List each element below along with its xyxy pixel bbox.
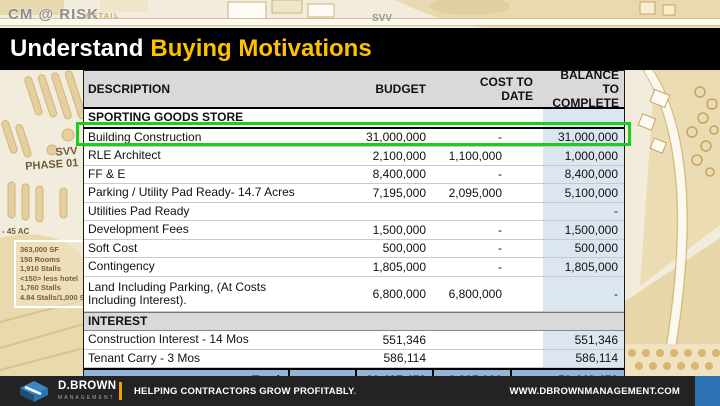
footer-tagline: HELPING CONTRACTORS GROW PROFITABLY. — [134, 386, 356, 397]
header-balance-to-complete: BALANCE TO COMPLETE — [543, 68, 624, 110]
cell-balance — [543, 313, 624, 331]
table-row: Parking / Utility Pad Ready- 14.7 Acres … — [84, 184, 624, 203]
cell-balance: 1,500,000 — [543, 221, 624, 239]
cell-description: Land Including Parking, (At Costs Includ… — [84, 281, 355, 307]
cell-cost: - — [432, 130, 510, 144]
cell-balance: 586,114 — [543, 350, 624, 368]
cell-budget: 6,800,000 — [355, 287, 432, 301]
cell-description: RLE Architect — [84, 149, 355, 162]
cell-budget: 7,195,000 — [355, 186, 432, 200]
cell-budget: 551,346 — [355, 333, 432, 347]
cell-budget: 31,000,000 — [355, 130, 432, 144]
footer-blue-accent — [695, 376, 720, 406]
table-row: Soft Cost 500,000 - 500,000 — [84, 240, 624, 259]
cell-balance — [543, 109, 624, 127]
map-label-phase: SVV PHASE 01 — [21, 145, 79, 173]
cell-balance: - — [543, 203, 624, 221]
footer-divider — [119, 382, 122, 400]
cell-description: Tenant Carry - 3 Mos — [84, 352, 355, 365]
cell-balance: 500,000 — [543, 240, 624, 258]
map-label-retail: RETAIL — [86, 13, 120, 20]
title-highlight: Buying Motivations — [150, 35, 371, 63]
cell-balance: 8,400,000 — [543, 166, 624, 184]
cell-description: INTEREST — [84, 315, 355, 328]
table-header-row: DESCRIPTION BUDGET COST TO DATE BALANCE … — [84, 71, 624, 109]
cell-balance: 5,100,000 — [543, 184, 624, 202]
cell-description: SPORTING GOODS STORE — [84, 111, 355, 124]
cell-budget: 1,500,000 — [355, 223, 432, 237]
header-description: DESCRIPTION — [84, 83, 355, 96]
table-row: FF & E 8,400,000 - 8,400,000 — [84, 166, 624, 185]
table-section-row: SPORTING GOODS STORE — [84, 109, 624, 129]
cell-budget: 500,000 — [355, 241, 432, 255]
tagline-period: . — [354, 386, 357, 397]
header-cost-to-date: COST TO DATE — [432, 75, 543, 103]
budget-table: DESCRIPTION BUDGET COST TO DATE BALANCE … — [83, 70, 625, 391]
brand-name: D.BROWN — [58, 381, 116, 392]
cell-budget: 586,114 — [355, 351, 432, 365]
table-row: Development Fees 1,500,000 - 1,500,000 — [84, 221, 624, 240]
cell-budget: 2,100,000 — [355, 149, 432, 163]
cell-cost: - — [432, 167, 510, 181]
cell-budget: 8,400,000 — [355, 167, 432, 181]
cell-balance: - — [543, 277, 624, 311]
table-row: Construction Interest - 14 Mos 551,346 5… — [84, 331, 624, 350]
brand-subtitle: MANAGEMENT — [58, 393, 116, 404]
table-row: Tenant Carry - 3 Mos 586,114 586,114 — [84, 350, 624, 369]
table-row-building-construction: Building Construction 31,000,000 - 31,00… — [84, 129, 624, 148]
map-label-acres: - 45 AC — [2, 227, 29, 236]
cell-balance: 1,000,000 — [543, 147, 624, 165]
cell-cost: 6,800,000 — [432, 287, 510, 301]
cell-description: Utilities Pad Ready — [84, 205, 355, 218]
cell-budget: 1,805,000 — [355, 260, 432, 274]
brand-block: D.BROWN MANAGEMENT — [58, 381, 116, 404]
tagline-text: HELPING CONTRACTORS GROW PROFITABLY — [134, 386, 354, 397]
cell-description: Development Fees — [84, 223, 355, 236]
cell-description: Contingency — [84, 260, 355, 273]
table-row: RLE Architect 2,100,000 1,100,000 1,000,… — [84, 147, 624, 166]
cell-cost: 1,100,000 — [432, 149, 510, 163]
cell-description: Parking / Utility Pad Ready- 14.7 Acres — [84, 186, 355, 199]
cell-cost: - — [432, 260, 510, 274]
cell-description: Construction Interest - 14 Mos — [84, 333, 355, 346]
table-section-row: INTEREST — [84, 312, 624, 332]
cell-cost: 2,095,000 — [432, 186, 510, 200]
header-budget: BUDGET — [355, 82, 432, 96]
table-row: Contingency 1,805,000 - 1,805,000 — [84, 258, 624, 277]
slide-title-bar: Understand Buying Motivations — [0, 28, 720, 70]
cell-cost: - — [432, 223, 510, 237]
slide: CM @ RISK RETAIL SVV SVV PHASE 01 - 45 A… — [0, 0, 720, 406]
table-row: Land Including Parking, (At Costs Includ… — [84, 277, 624, 312]
table-row: Utilities Pad Ready - — [84, 203, 624, 222]
cell-balance: 31,000,000 — [543, 129, 624, 147]
footer-website: WWW.DBROWNMANAGEMENT.COM — [510, 386, 681, 397]
cell-balance: 1,805,000 — [543, 258, 624, 276]
cell-description: FF & E — [84, 168, 355, 181]
cell-cost: - — [432, 241, 510, 255]
map-label-svv: SVV — [372, 13, 392, 24]
title-prefix: Understand — [10, 35, 143, 63]
cell-description: Building Construction — [84, 131, 355, 144]
footer-bar: D.BROWN MANAGEMENT HELPING CONTRACTORS G… — [0, 376, 720, 406]
dbrown-logo-icon — [16, 379, 54, 403]
cell-balance: 551,346 — [543, 331, 624, 349]
cell-description: Soft Cost — [84, 242, 355, 255]
